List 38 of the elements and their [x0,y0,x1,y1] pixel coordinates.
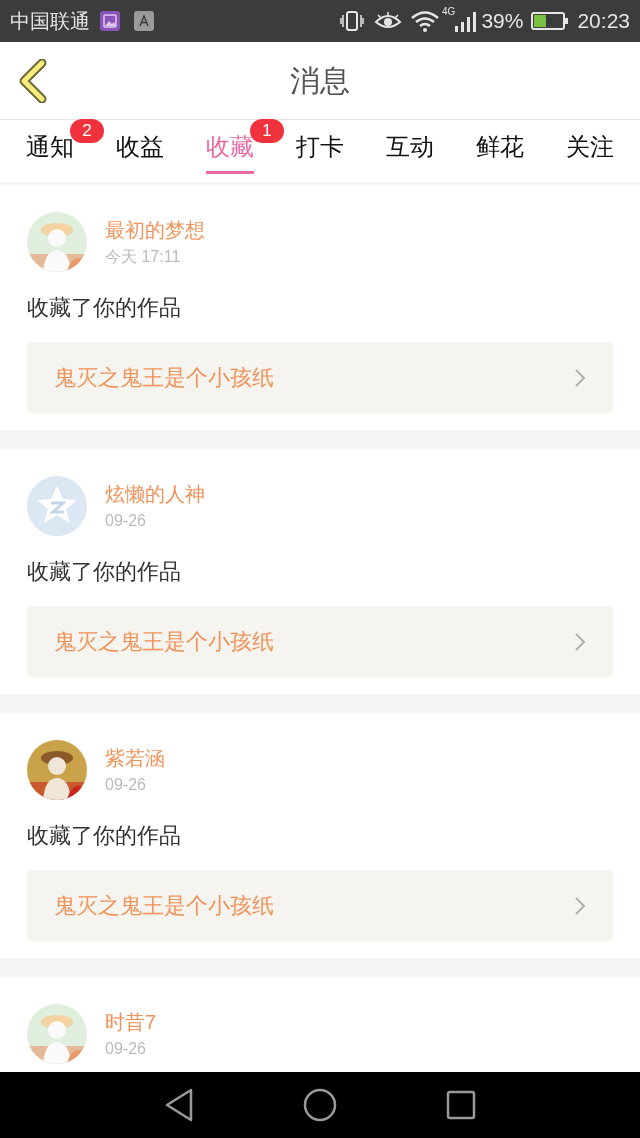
signal-icon [455,10,478,32]
action-text: 收藏了你的作品 [27,294,182,322]
user-name[interactable]: 紫若涵 [105,744,165,772]
battery-icon [531,11,570,31]
back-triangle-icon[interactable] [164,1088,195,1122]
action-text: 收藏了你的作品 [27,558,182,586]
vibrate-icon [340,10,365,32]
message-time: 09-26 [105,511,147,531]
keyboard-notification-icon [134,11,154,31]
message-time: 今天 17:11 [105,247,182,267]
tab[interactable]: 关注 [566,128,614,174]
work-link[interactable]: 鬼灭之鬼王是个小孩纸 [27,870,613,941]
battery-percentage: 39% [481,8,524,35]
user-name[interactable]: 最初的梦想 [105,216,205,244]
tab[interactable]: 打卡 [296,128,344,174]
tab[interactable]: 互动 [386,128,434,174]
default-avatar-icon [27,476,87,536]
action-text: 收藏了你的作品 [27,822,182,850]
work-link[interactable]: 鬼灭之鬼王是个小孩纸 [27,342,613,413]
gallery-notification-icon [100,11,120,31]
home-circle-icon[interactable] [303,1088,337,1122]
tab[interactable]: 鲜花 [476,128,524,174]
message-time: 09-26 [105,1039,147,1059]
recent-apps-icon[interactable] [445,1090,476,1120]
tab[interactable]: 收益 [116,128,164,174]
message-time: 09-26 [105,775,147,795]
user-name[interactable]: 时昔7 [105,1008,157,1036]
eye-icon [374,11,403,31]
page-title: 消息 [290,63,350,99]
network-type: 4G [442,5,456,19]
user-name[interactable]: 炫懒的人神 [105,480,205,508]
clock-time: 20:23 [577,8,630,35]
wifi-icon [410,10,441,32]
carrier-name: 中国联通 [10,8,90,35]
chevron-right-icon [574,631,586,652]
chevron-right-icon [574,367,586,388]
work-link[interactable]: 鬼灭之鬼王是个小孩纸 [27,606,613,677]
chevron-right-icon [574,895,586,916]
